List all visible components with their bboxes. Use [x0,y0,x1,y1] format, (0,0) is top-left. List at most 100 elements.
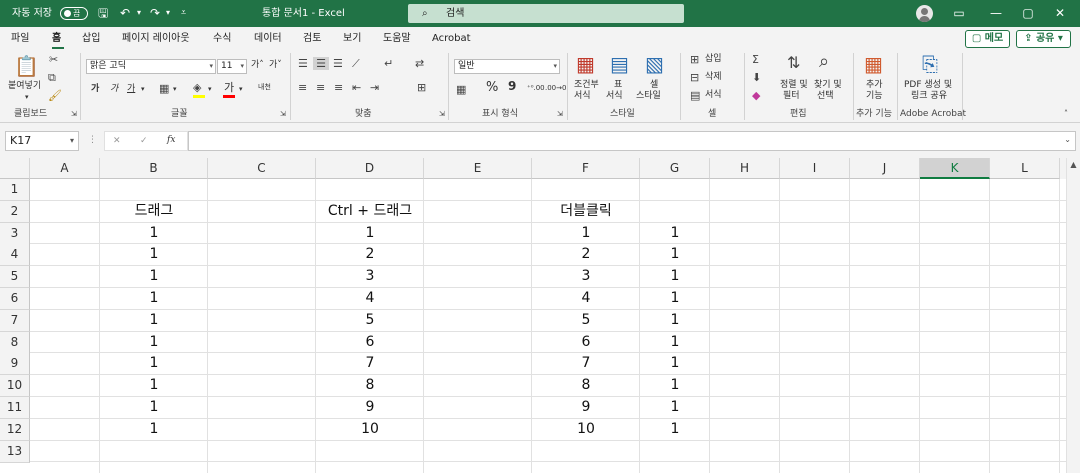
autosave-toggle[interactable]: 끔 [60,7,88,20]
increase-decimal-icon[interactable]: ⁺⁰.00 [527,83,545,94]
decrease-decimal-icon[interactable]: .00→0 [545,83,566,94]
row-header-7[interactable]: 7 [0,309,30,332]
orientation-icon[interactable]: ⟋ [352,57,360,70]
font-grow-icon[interactable]: 가˄ [251,60,264,71]
column-header-i[interactable]: I [780,158,850,179]
sort-filter-icon[interactable]: ⇅ [787,54,800,72]
row-header-13[interactable]: 13 [0,440,30,463]
conditional-format-icon[interactable]: ▦ [576,53,595,75]
sort-filter-label-2[interactable]: 필터 [783,91,800,102]
find-select-label-2[interactable]: 선택 [817,91,834,102]
cell-f12[interactable]: 10 [532,419,640,439]
tab-file[interactable]: 파일 [11,31,29,46]
expand-formula-icon[interactable]: ⌄ [1064,135,1071,144]
find-select-label-1[interactable]: 찾기 및 [814,80,842,91]
cell-styles-label-2[interactable]: 스타일 [636,91,661,102]
enter-icon[interactable]: ✓ [140,136,148,147]
underline-button[interactable]: 가 [127,84,135,95]
cell-b3[interactable]: 1 [100,223,208,243]
bold-button[interactable]: 가 [91,84,99,95]
cell-d7[interactable]: 5 [316,310,424,330]
format-as-table-label-2[interactable]: 서식 [606,91,623,102]
paste-icon[interactable]: 📋 [14,55,39,77]
cell-g9[interactable]: 1 [640,353,710,373]
format-as-table-icon[interactable]: ▤ [610,53,629,75]
redo-dropdown-icon[interactable]: ▾ [166,6,170,20]
align-center-icon[interactable]: ≡ [316,81,325,94]
undo-dropdown-icon[interactable]: ▾ [137,6,141,20]
formula-input[interactable]: ⌄ [188,131,1076,151]
cell-b8[interactable]: 1 [100,332,208,352]
copy-icon[interactable]: ⧉ [48,71,56,84]
tab-data[interactable]: 데이터 [254,31,282,46]
row-header-12[interactable]: 12 [0,418,30,441]
cell-f9[interactable]: 7 [532,353,640,373]
delete-cells-label[interactable]: 삭제 [705,72,722,83]
insert-cells-label[interactable]: 삽입 [705,54,722,65]
sort-filter-label-1[interactable]: 정렬 및 [780,80,808,91]
cell-g5[interactable]: 1 [640,266,710,286]
comma-style-button[interactable]: 9 [508,80,516,92]
cell-d3[interactable]: 1 [316,223,424,243]
wrap-text-icon[interactable]: ↵ [384,57,393,70]
cell-b7[interactable]: 1 [100,310,208,330]
share-button[interactable]: ⇪ 공유 ▾ [1016,30,1071,48]
align-top-icon[interactable]: ☰ [298,57,308,70]
format-painter-icon[interactable]: 🖌 [48,89,62,102]
row-header-10[interactable]: 10 [0,375,30,398]
pdf-icon[interactable]: ⎘ [922,53,938,75]
column-header-k[interactable]: K [920,158,990,179]
cell-d9[interactable]: 7 [316,353,424,373]
cell-f11[interactable]: 9 [532,397,640,417]
cell-d8[interactable]: 6 [316,332,424,352]
align-left-icon[interactable]: ≡ [298,81,307,94]
tab-page-layout[interactable]: 페이지 레이아웃 [122,31,190,46]
row-header-11[interactable]: 11 [0,397,30,419]
column-header-d[interactable]: D [316,158,424,179]
cell-d11[interactable]: 9 [316,397,424,417]
phonetic-icon[interactable]: 내천 [258,82,271,93]
pdf-label-2[interactable]: 링크 공유 [911,91,947,102]
maximize-icon[interactable]: ▢ [1016,4,1040,22]
cell-d10[interactable]: 8 [316,375,424,395]
collapse-ribbon-icon[interactable]: ˄ [1064,108,1068,119]
underline-dropdown-icon[interactable]: ▾ [141,84,145,95]
save-icon[interactable]: 🖫 [98,6,108,20]
find-select-icon[interactable]: ⌕ [819,52,829,72]
name-box[interactable]: K17 ▾ [5,131,79,151]
clipboard-launcher-icon[interactable]: ⇲ [71,109,77,120]
cell-d5[interactable]: 3 [316,266,424,286]
tab-home[interactable]: 홈 [52,31,61,46]
clear-icon[interactable]: ◆ [752,89,760,102]
percent-style-button[interactable]: % [486,81,498,94]
cell-b10[interactable]: 1 [100,375,208,395]
vertical-scrollbar[interactable]: ▲ [1066,158,1080,473]
alignment-launcher-icon[interactable]: ⇲ [439,109,445,120]
redo-icon[interactable]: ↷ [150,6,160,20]
cell-f3[interactable]: 1 [532,223,640,243]
tab-review[interactable]: 검토 [303,31,321,46]
format-as-table-label-1[interactable]: 표 [614,80,622,91]
cell-styles-label-1[interactable]: 셀 [650,80,658,91]
increase-indent-icon[interactable]: ⇥ [370,81,379,94]
cell-g10[interactable]: 1 [640,375,710,395]
cell-d12[interactable]: 10 [316,419,424,439]
cell-header-double-click[interactable]: 더블클릭 [532,201,640,221]
insert-cells-icon[interactable]: ⊞ [690,53,699,66]
column-header-j[interactable]: J [850,158,920,179]
cell-f7[interactable]: 5 [532,310,640,330]
column-header-c[interactable]: C [208,158,316,179]
cell-g8[interactable]: 1 [640,332,710,352]
cell-d6[interactable]: 4 [316,288,424,308]
text-wrap-icon[interactable]: ⇄ [415,57,424,70]
format-cells-icon[interactable]: ▤ [690,89,700,102]
cell-g7[interactable]: 1 [640,310,710,330]
align-middle-icon[interactable]: ☰ [313,57,329,70]
undo-icon[interactable]: ↶ [120,6,130,20]
cell-g3[interactable]: 1 [640,223,710,243]
cell-f10[interactable]: 8 [532,375,640,395]
fill-color-icon[interactable]: ◈ [193,81,201,94]
tab-view[interactable]: 보기 [343,31,361,46]
italic-button[interactable]: 가 [110,84,118,95]
addins-label-1[interactable]: 추가 [866,80,883,91]
